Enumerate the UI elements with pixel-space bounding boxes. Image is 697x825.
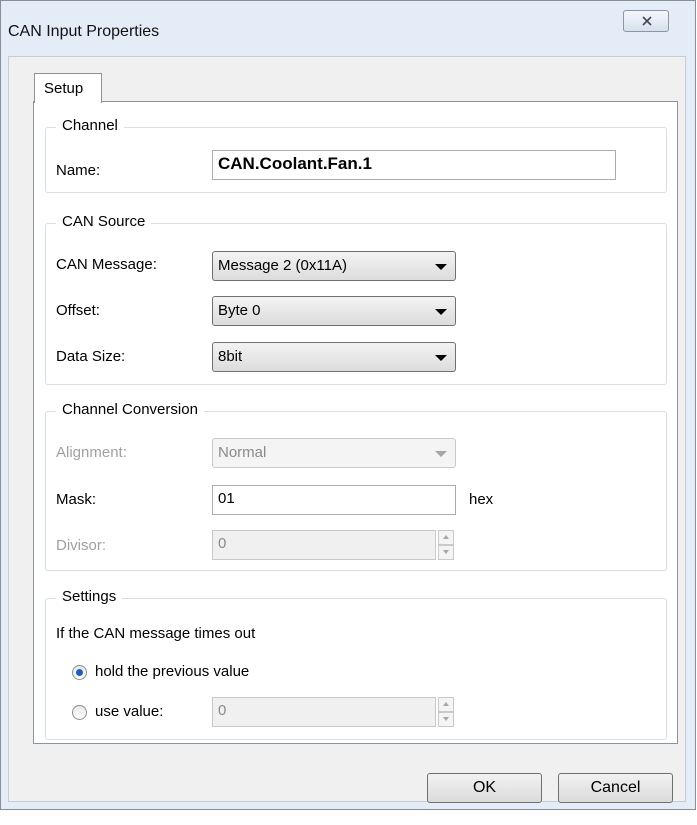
channel-legend: Channel xyxy=(56,117,124,134)
use-value-spinner[interactable] xyxy=(438,697,454,727)
settings-legend: Settings xyxy=(56,588,123,605)
alignment-value: Normal xyxy=(218,444,267,461)
use-value-radio[interactable] xyxy=(72,705,87,720)
hold-previous-radio[interactable] xyxy=(72,665,87,680)
spin-down-icon[interactable] xyxy=(438,545,454,560)
can-message-label: CAN Message: xyxy=(56,256,157,273)
hold-previous-label[interactable]: hold the previous value xyxy=(95,663,249,680)
chevron-down-icon xyxy=(435,451,447,457)
spin-up-icon[interactable] xyxy=(438,530,454,545)
alignment-select[interactable]: Normal xyxy=(212,438,456,468)
name-label: Name: xyxy=(56,162,101,179)
name-input[interactable]: CAN.Coolant.Fan.1 xyxy=(212,150,616,180)
offset-select[interactable]: Byte 0 xyxy=(212,296,456,326)
data-size-value: 8bit xyxy=(218,348,243,365)
divisor-input[interactable]: 0 xyxy=(212,530,436,560)
use-value-label[interactable]: use value: xyxy=(95,703,163,720)
cancel-button[interactable]: Cancel xyxy=(558,773,673,803)
spin-down-icon[interactable] xyxy=(438,712,454,727)
title-bar[interactable]: CAN Input Properties xyxy=(1,1,695,57)
chevron-down-icon xyxy=(435,309,447,315)
mask-label: Mask: xyxy=(56,491,97,508)
tab-setup-label: Setup xyxy=(44,80,84,97)
close-button[interactable] xyxy=(623,10,669,32)
can-source-legend: CAN Source xyxy=(56,213,152,230)
can-message-value: Message 2 (0x11A) xyxy=(218,257,347,274)
mask-unit-label: hex xyxy=(469,491,494,508)
window-title: CAN Input Properties xyxy=(8,23,160,40)
chevron-down-icon xyxy=(435,355,447,361)
mask-input[interactable]: 01 xyxy=(212,485,456,515)
use-value-input[interactable]: 0 xyxy=(212,697,436,727)
alignment-label: Alignment: xyxy=(56,444,127,461)
data-size-label: Data Size: xyxy=(56,348,126,365)
chevron-down-icon xyxy=(435,264,447,270)
timeout-description: If the CAN message times out xyxy=(56,625,256,642)
close-icon xyxy=(642,16,652,26)
offset-value: Byte 0 xyxy=(218,302,261,319)
spin-up-icon[interactable] xyxy=(438,697,454,712)
ok-button[interactable]: OK xyxy=(427,773,542,803)
tab-setup[interactable]: Setup xyxy=(34,73,102,103)
can-message-select[interactable]: Message 2 (0x11A) xyxy=(212,251,456,281)
divisor-spinner[interactable] xyxy=(438,530,454,560)
divisor-label: Divisor: xyxy=(56,537,107,554)
data-size-select[interactable]: 8bit xyxy=(212,342,456,372)
offset-label: Offset: xyxy=(56,302,100,319)
channel-conversion-legend: Channel Conversion xyxy=(56,401,204,418)
